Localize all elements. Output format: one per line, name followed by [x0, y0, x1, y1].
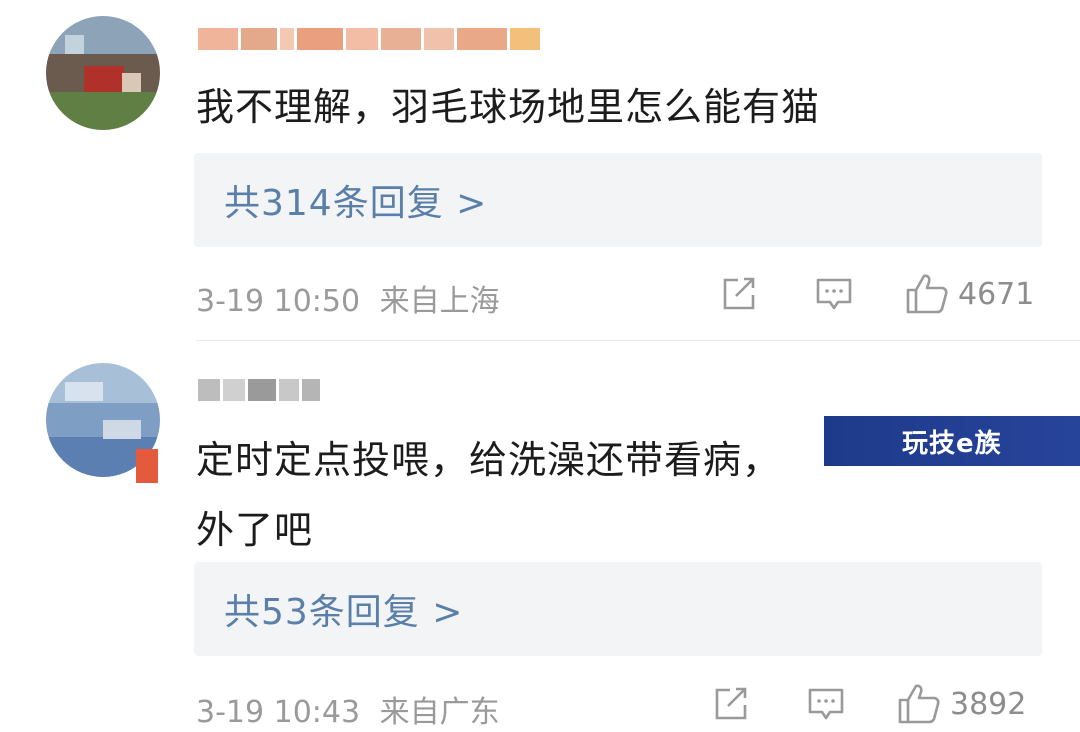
- replies-label: 共314条回复 >: [224, 183, 488, 224]
- like-icon: [906, 274, 948, 314]
- share-button[interactable]: [712, 686, 750, 722]
- comment-button[interactable]: [814, 276, 854, 314]
- comment-meta: 3-19 10:50 来自上海: [196, 276, 500, 320]
- username-blurred[interactable]: [198, 375, 320, 405]
- comment-icon: [816, 278, 852, 310]
- comment-text-line: 外了吧: [196, 508, 314, 552]
- replies-button[interactable]: 共314条回复 >: [194, 153, 1042, 247]
- username-blurred[interactable]: [198, 24, 540, 54]
- share-button[interactable]: [720, 276, 758, 312]
- like-count: 3892: [950, 686, 1027, 722]
- comment-meta: 3-19 10:43 来自广东: [196, 687, 500, 731]
- comment-text: 我不理解，羽毛球场地里怎么能有猫: [196, 85, 821, 129]
- comment-item: 定时定点投喂，给洗澡还带看病， 外了吧 共53条回复 > 3-19 10:43 …: [0, 341, 1080, 732]
- like-count: 4671: [958, 276, 1035, 312]
- share-icon: [715, 687, 747, 720]
- like-button[interactable]: 4671: [904, 272, 1034, 316]
- location: 来自广东: [379, 695, 500, 730]
- comment-button[interactable]: [806, 686, 846, 724]
- timestamp: 3-19 10:50: [196, 284, 361, 319]
- comment-item: 我不理解，羽毛球场地里怎么能有猫 共314条回复 > 3-19 10:50 来自…: [0, 0, 1080, 340]
- timestamp: 3-19 10:43: [196, 695, 361, 730]
- share-icon: [723, 277, 755, 310]
- watermark-banner: 玩技e族: [824, 416, 1080, 466]
- replies-button[interactable]: 共53条回复 >: [194, 562, 1042, 656]
- avatar-badge: [136, 449, 158, 483]
- comment-icon: [808, 688, 844, 720]
- watermark-text: 玩技e族: [902, 428, 1002, 459]
- like-icon: [898, 684, 940, 724]
- location: 来自上海: [379, 284, 500, 319]
- replies-label: 共53条回复 >: [224, 592, 464, 633]
- like-button[interactable]: 3892: [896, 682, 1026, 726]
- avatar[interactable]: [46, 16, 160, 130]
